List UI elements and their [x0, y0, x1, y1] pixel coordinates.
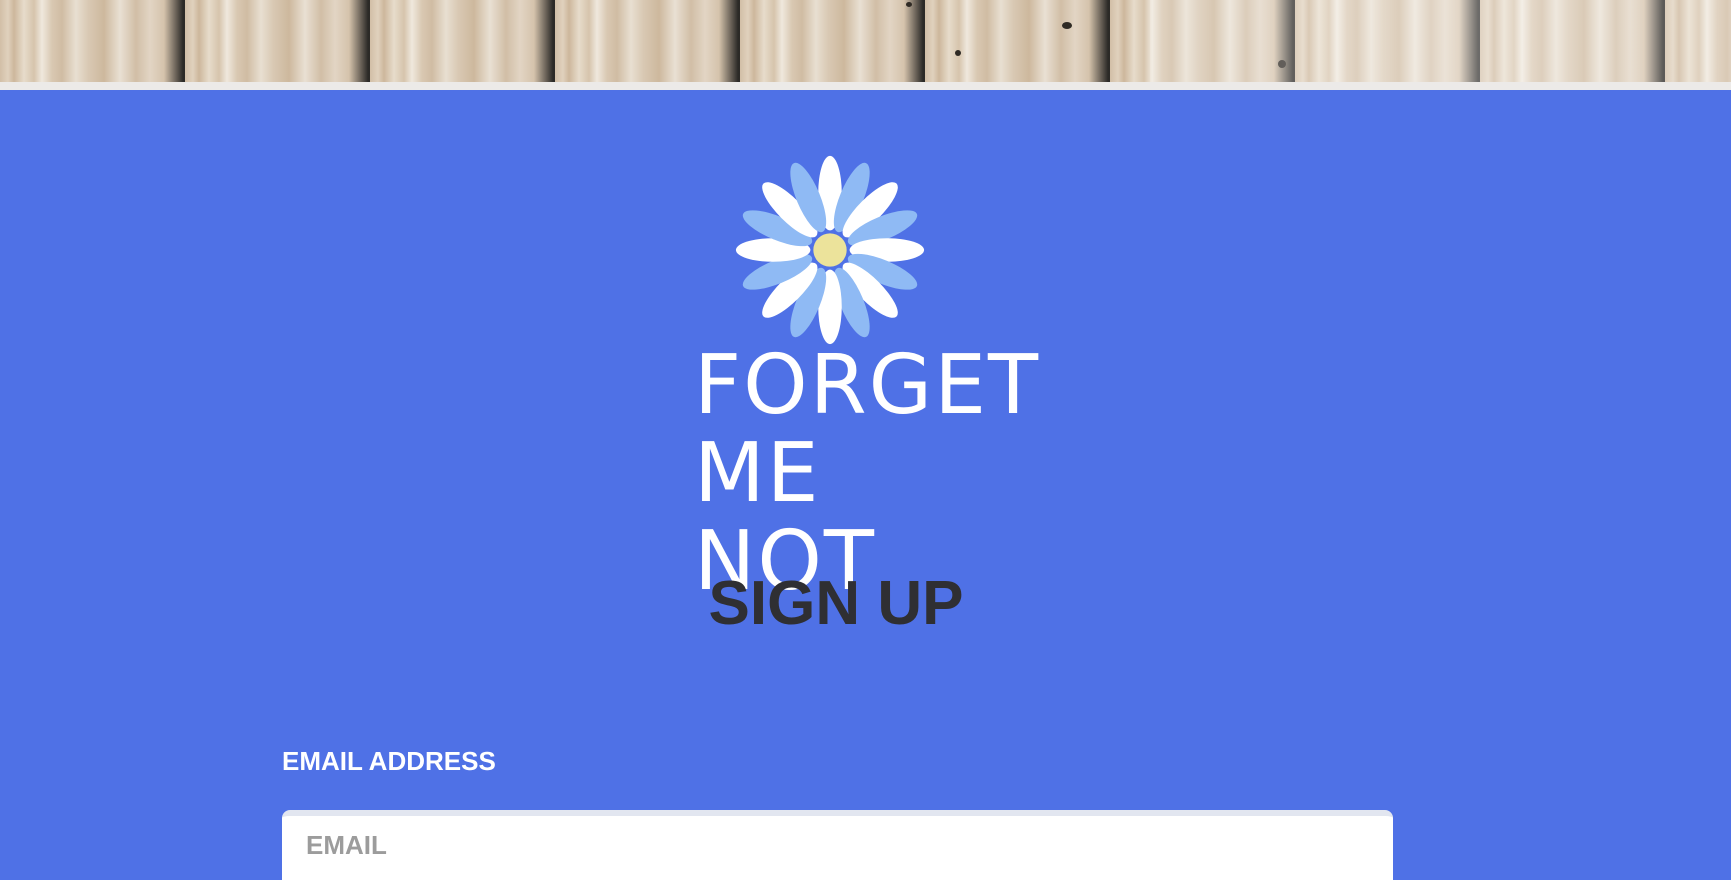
page-title: SIGN UP	[708, 569, 964, 638]
email-input[interactable]	[282, 810, 1393, 880]
signup-page: FORGET ME NOT SIGN UP EMAIL ADDRESS	[0, 90, 1731, 880]
wood-knot	[906, 2, 912, 7]
wood-knot	[1062, 22, 1072, 29]
wood-knot	[955, 50, 961, 56]
brand-logo: FORGET ME NOT	[680, 152, 1038, 606]
wood-banner	[0, 0, 1731, 90]
flower-center	[813, 233, 847, 267]
brand-name: FORGET ME NOT	[694, 338, 1041, 606]
wood-knot	[1278, 60, 1286, 68]
flower-icon	[735, 155, 925, 345]
email-label: EMAIL ADDRESS	[282, 746, 496, 776]
brand-line-1: FORGET	[694, 338, 1041, 433]
